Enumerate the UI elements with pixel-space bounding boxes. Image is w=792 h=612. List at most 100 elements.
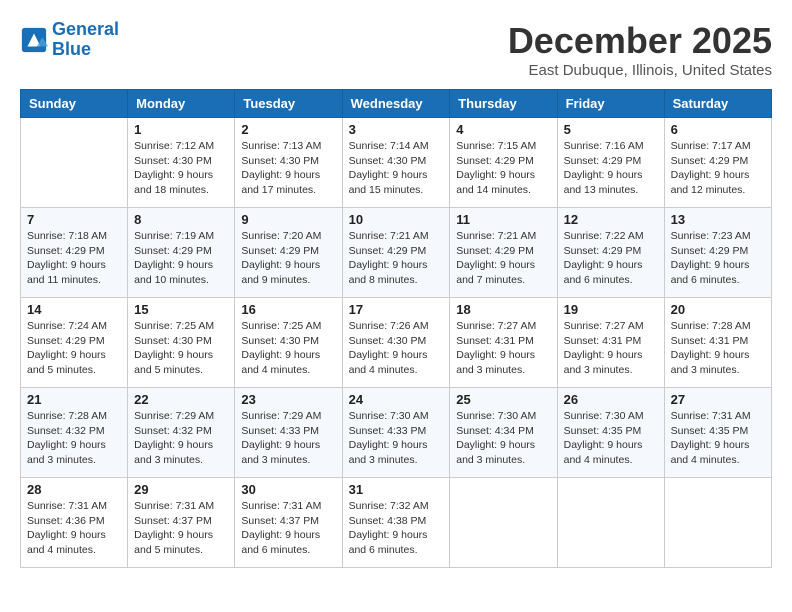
calendar-cell: 23 Sunrise: 7:29 AM Sunset: 4:33 PM Dayli… bbox=[235, 388, 342, 478]
day-number: 24 bbox=[349, 392, 444, 407]
day-info: Sunrise: 7:30 AM Sunset: 4:34 PM Dayligh… bbox=[456, 409, 550, 468]
day-info: Sunrise: 7:27 AM Sunset: 4:31 PM Dayligh… bbox=[564, 319, 658, 378]
calendar-cell bbox=[557, 478, 664, 568]
day-info: Sunrise: 7:30 AM Sunset: 4:33 PM Dayligh… bbox=[349, 409, 444, 468]
calendar-cell: 10Sunrise: 7:21 AM Sunset: 4:29 PM Dayli… bbox=[342, 208, 450, 298]
day-info: Sunrise: 7:28 AM Sunset: 4:32 PM Dayligh… bbox=[27, 409, 121, 468]
calendar-cell bbox=[450, 478, 557, 568]
calendar-cell: 26 Sunrise: 7:30 AM Sunset: 4:35 PM Dayli… bbox=[557, 388, 664, 478]
location: East Dubuque, Illinois, United States bbox=[508, 62, 772, 79]
day-info: Sunrise: 7:26 AM Sunset: 4:30 PM Dayligh… bbox=[349, 319, 444, 378]
day-info: Sunrise: 7:25 AM Sunset: 4:30 PM Dayligh… bbox=[241, 319, 335, 378]
day-number: 21 bbox=[27, 392, 121, 407]
calendar-cell: 7 Sunrise: 7:18 AM Sunset: 4:29 PM Daylig… bbox=[21, 208, 128, 298]
calendar-cell: 17 Sunrise: 7:26 AM Sunset: 4:30 PM Dayli… bbox=[342, 298, 450, 388]
calendar-cell: 15Sunrise: 7:25 AM Sunset: 4:30 PM Dayli… bbox=[128, 298, 235, 388]
weekday-header-sunday: Sunday bbox=[21, 90, 128, 118]
weekday-header-wednesday: Wednesday bbox=[342, 90, 450, 118]
calendar-cell bbox=[21, 118, 128, 208]
day-number: 15 bbox=[134, 302, 228, 317]
day-number: 6 bbox=[671, 122, 765, 137]
week-row-2: 7 Sunrise: 7:18 AM Sunset: 4:29 PM Daylig… bbox=[21, 208, 772, 298]
day-info: Sunrise: 7:22 AM Sunset: 4:29 PM Dayligh… bbox=[564, 229, 658, 288]
calendar-cell: 31Sunrise: 7:32 AM Sunset: 4:38 PM Dayli… bbox=[342, 478, 450, 568]
day-number: 28 bbox=[27, 482, 121, 497]
day-number: 3 bbox=[349, 122, 444, 137]
calendar-cell: 28 Sunrise: 7:31 AM Sunset: 4:36 PM Dayli… bbox=[21, 478, 128, 568]
day-info: Sunrise: 7:23 AM Sunset: 4:29 PM Dayligh… bbox=[671, 229, 765, 288]
day-info: Sunrise: 7:15 AM Sunset: 4:29 PM Dayligh… bbox=[456, 139, 550, 198]
day-info: Sunrise: 7:30 AM Sunset: 4:35 PM Dayligh… bbox=[564, 409, 658, 468]
calendar-cell: 27 Sunrise: 7:31 AM Sunset: 4:35 PM Dayli… bbox=[664, 388, 771, 478]
day-number: 5 bbox=[564, 122, 658, 137]
day-number: 7 bbox=[27, 212, 121, 227]
calendar-cell: 12 Sunrise: 7:22 AM Sunset: 4:29 PM Dayli… bbox=[557, 208, 664, 298]
day-info: Sunrise: 7:27 AM Sunset: 4:31 PM Dayligh… bbox=[456, 319, 550, 378]
day-number: 16 bbox=[241, 302, 335, 317]
calendar-cell: 30 Sunrise: 7:31 AM Sunset: 4:37 PM Dayli… bbox=[235, 478, 342, 568]
day-info: Sunrise: 7:31 AM Sunset: 4:35 PM Dayligh… bbox=[671, 409, 765, 468]
day-number: 4 bbox=[456, 122, 550, 137]
day-number: 27 bbox=[671, 392, 765, 407]
calendar-cell: 18 Sunrise: 7:27 AM Sunset: 4:31 PM Dayli… bbox=[450, 298, 557, 388]
day-number: 1 bbox=[134, 122, 228, 137]
weekday-header-tuesday: Tuesday bbox=[235, 90, 342, 118]
day-info: Sunrise: 7:14 AM Sunset: 4:30 PM Dayligh… bbox=[349, 139, 444, 198]
day-number: 18 bbox=[456, 302, 550, 317]
day-info: Sunrise: 7:12 AM Sunset: 4:30 PM Dayligh… bbox=[134, 139, 228, 198]
week-row-3: 14Sunrise: 7:24 AM Sunset: 4:29 PM Dayli… bbox=[21, 298, 772, 388]
logo-text: General Blue bbox=[52, 20, 119, 60]
calendar-cell: 22Sunrise: 7:29 AM Sunset: 4:32 PM Dayli… bbox=[128, 388, 235, 478]
calendar-cell: 11 Sunrise: 7:21 AM Sunset: 4:29 PM Dayli… bbox=[450, 208, 557, 298]
weekday-header-saturday: Saturday bbox=[664, 90, 771, 118]
page-header: General Blue December 2025 East Dubuque,… bbox=[20, 20, 772, 79]
calendar-cell bbox=[664, 478, 771, 568]
logo: General Blue bbox=[20, 20, 119, 60]
day-number: 23 bbox=[241, 392, 335, 407]
day-number: 25 bbox=[456, 392, 550, 407]
day-number: 12 bbox=[564, 212, 658, 227]
weekday-header-monday: Monday bbox=[128, 90, 235, 118]
week-row-4: 21 Sunrise: 7:28 AM Sunset: 4:32 PM Dayli… bbox=[21, 388, 772, 478]
calendar-cell: 21 Sunrise: 7:28 AM Sunset: 4:32 PM Dayli… bbox=[21, 388, 128, 478]
weekday-header-row: SundayMondayTuesdayWednesdayThursdayFrid… bbox=[21, 90, 772, 118]
calendar-cell: 13Sunrise: 7:23 AM Sunset: 4:29 PM Dayli… bbox=[664, 208, 771, 298]
day-number: 22 bbox=[134, 392, 228, 407]
day-number: 26 bbox=[564, 392, 658, 407]
calendar-cell: 25 Sunrise: 7:30 AM Sunset: 4:34 PM Dayli… bbox=[450, 388, 557, 478]
calendar-cell: 14Sunrise: 7:24 AM Sunset: 4:29 PM Dayli… bbox=[21, 298, 128, 388]
calendar-cell: 20Sunrise: 7:28 AM Sunset: 4:31 PM Dayli… bbox=[664, 298, 771, 388]
day-info: Sunrise: 7:13 AM Sunset: 4:30 PM Dayligh… bbox=[241, 139, 335, 198]
day-number: 14 bbox=[27, 302, 121, 317]
week-row-1: 1 Sunrise: 7:12 AM Sunset: 4:30 PM Daylig… bbox=[21, 118, 772, 208]
day-info: Sunrise: 7:21 AM Sunset: 4:29 PM Dayligh… bbox=[456, 229, 550, 288]
day-number: 11 bbox=[456, 212, 550, 227]
calendar-cell: 29Sunrise: 7:31 AM Sunset: 4:37 PM Dayli… bbox=[128, 478, 235, 568]
day-info: Sunrise: 7:29 AM Sunset: 4:33 PM Dayligh… bbox=[241, 409, 335, 468]
logo-icon bbox=[20, 26, 48, 54]
calendar-cell: 2Sunrise: 7:13 AM Sunset: 4:30 PM Daylig… bbox=[235, 118, 342, 208]
weekday-header-thursday: Thursday bbox=[450, 90, 557, 118]
day-number: 30 bbox=[241, 482, 335, 497]
calendar-cell: 9 Sunrise: 7:20 AM Sunset: 4:29 PM Daylig… bbox=[235, 208, 342, 298]
day-info: Sunrise: 7:20 AM Sunset: 4:29 PM Dayligh… bbox=[241, 229, 335, 288]
day-info: Sunrise: 7:32 AM Sunset: 4:38 PM Dayligh… bbox=[349, 499, 444, 558]
day-info: Sunrise: 7:18 AM Sunset: 4:29 PM Dayligh… bbox=[27, 229, 121, 288]
day-info: Sunrise: 7:31 AM Sunset: 4:37 PM Dayligh… bbox=[241, 499, 335, 558]
day-number: 8 bbox=[134, 212, 228, 227]
calendar-cell: 5Sunrise: 7:16 AM Sunset: 4:29 PM Daylig… bbox=[557, 118, 664, 208]
calendar-cell: 4 Sunrise: 7:15 AM Sunset: 4:29 PM Daylig… bbox=[450, 118, 557, 208]
title-area: December 2025 East Dubuque, Illinois, Un… bbox=[508, 20, 772, 79]
day-info: Sunrise: 7:31 AM Sunset: 4:36 PM Dayligh… bbox=[27, 499, 121, 558]
day-info: Sunrise: 7:19 AM Sunset: 4:29 PM Dayligh… bbox=[134, 229, 228, 288]
day-info: Sunrise: 7:28 AM Sunset: 4:31 PM Dayligh… bbox=[671, 319, 765, 378]
calendar-table: SundayMondayTuesdayWednesdayThursdayFrid… bbox=[20, 89, 772, 568]
calendar-cell: 8 Sunrise: 7:19 AM Sunset: 4:29 PM Daylig… bbox=[128, 208, 235, 298]
month-title: December 2025 bbox=[508, 20, 772, 62]
day-info: Sunrise: 7:31 AM Sunset: 4:37 PM Dayligh… bbox=[134, 499, 228, 558]
day-number: 9 bbox=[241, 212, 335, 227]
week-row-5: 28 Sunrise: 7:31 AM Sunset: 4:36 PM Dayli… bbox=[21, 478, 772, 568]
day-number: 17 bbox=[349, 302, 444, 317]
calendar-cell: 6Sunrise: 7:17 AM Sunset: 4:29 PM Daylig… bbox=[664, 118, 771, 208]
day-number: 19 bbox=[564, 302, 658, 317]
